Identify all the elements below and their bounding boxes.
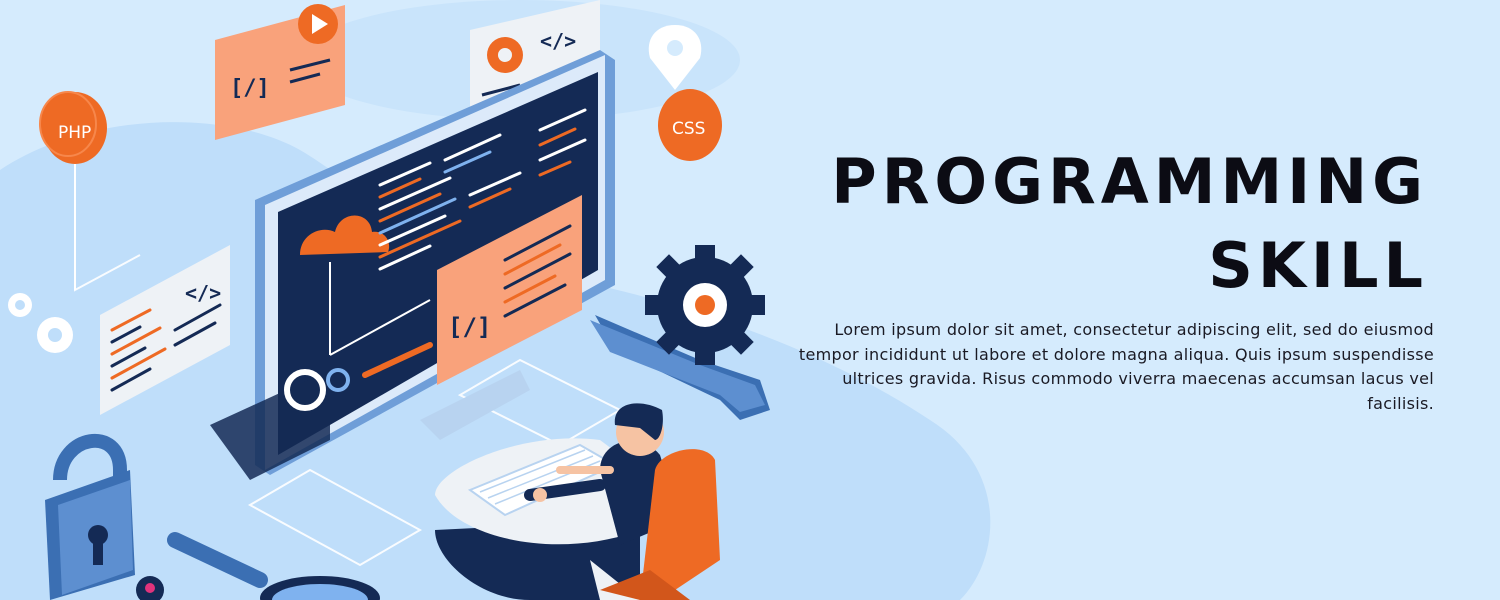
css-label: CSS <box>672 119 705 139</box>
code-tag-top: [/] <box>230 76 270 101</box>
banner-title-line2: SKILL <box>1208 229 1428 302</box>
banner-title: PROGRAMMING SKILL <box>831 140 1428 308</box>
css-badge: CSS <box>658 89 722 161</box>
banner-body-text: Lorem ipsum dolor sit amet, consectetur … <box>798 320 1434 413</box>
close-tag-left: </> <box>185 281 221 305</box>
code-tag-front: [/] <box>448 313 491 341</box>
banner-title-line1: PROGRAMMING <box>831 145 1428 218</box>
close-tag-top: </> <box>540 29 576 53</box>
media-card: [/] <box>215 4 345 140</box>
php-label: PHP <box>58 123 91 143</box>
